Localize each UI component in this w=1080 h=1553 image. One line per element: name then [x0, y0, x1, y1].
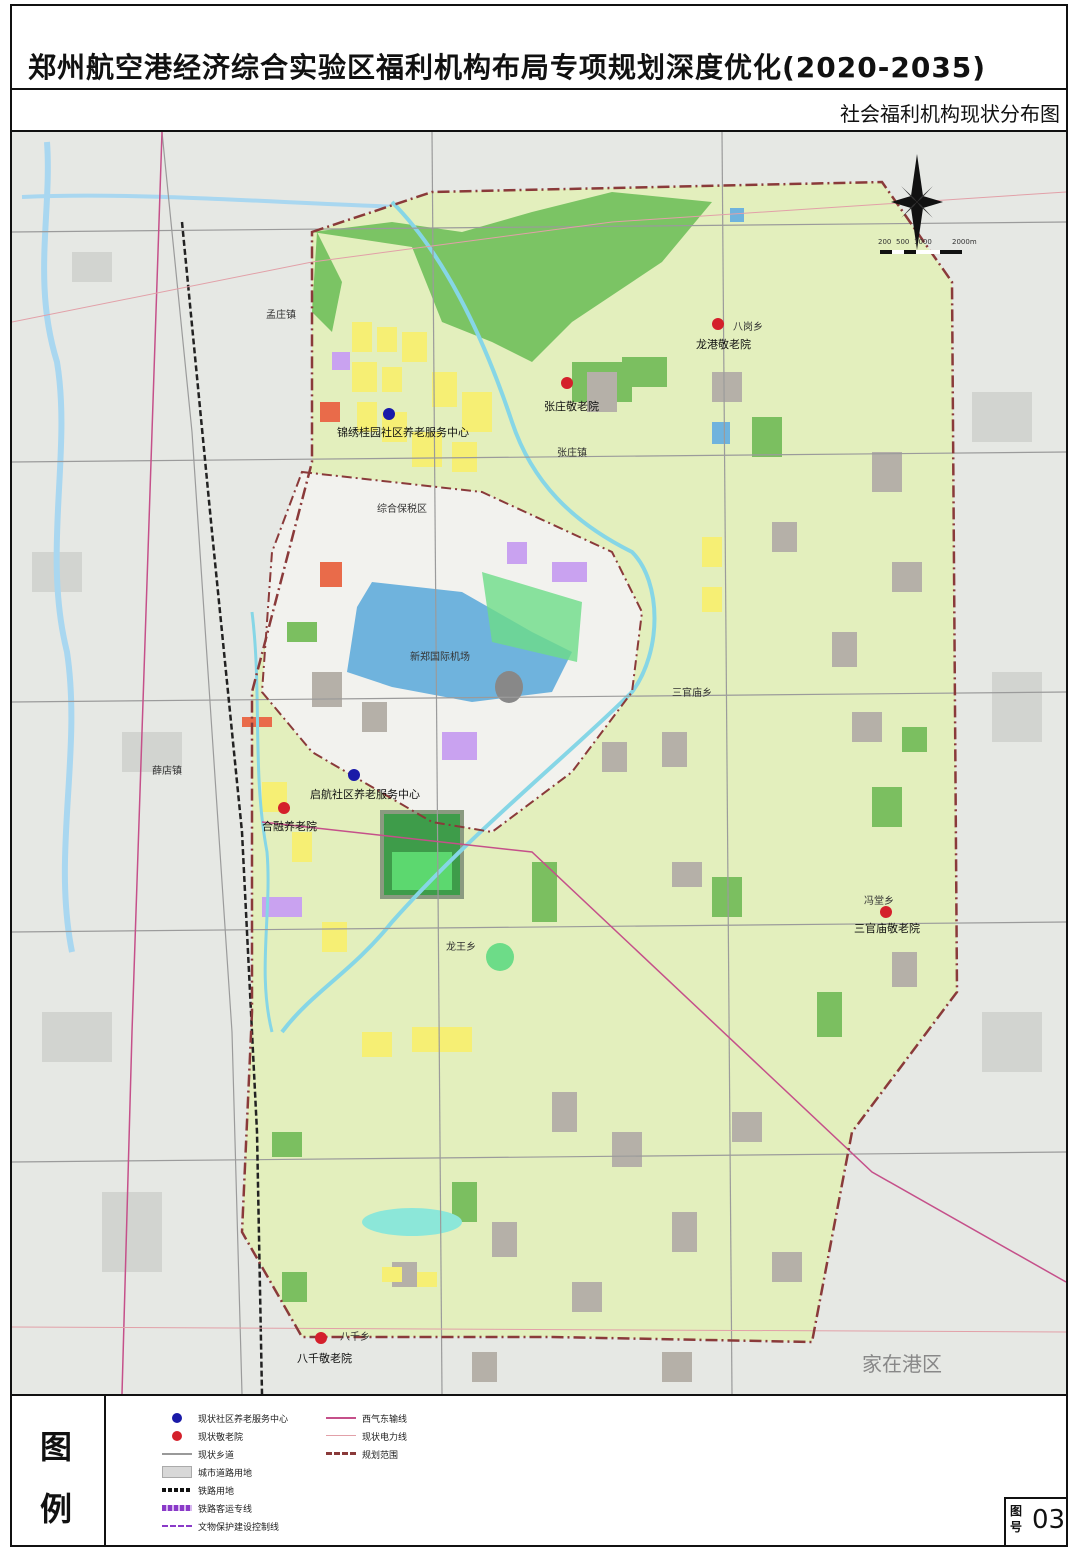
- legend-item: 铁路客运专线: [162, 1500, 252, 1516]
- legend-label: 城市道路用地: [198, 1468, 253, 1479]
- facility-label: 张庄敬老院: [544, 400, 599, 413]
- legend-title-char: 图: [40, 1428, 73, 1466]
- legend-label: 铁路客运专线: [198, 1504, 253, 1515]
- nursing-home-marker[interactable]: [712, 318, 724, 330]
- red-dot-icon: [162, 1430, 192, 1442]
- nursing-home-marker[interactable]: [278, 802, 290, 814]
- community-center-marker[interactable]: [348, 769, 360, 781]
- figure-number-label: 图号: [1010, 1504, 1023, 1534]
- watermark: 家在港区: [862, 1352, 942, 1376]
- legend-label: 现状敬老院: [198, 1432, 244, 1443]
- legend: 图 例 现状社区养老服务中心 现状敬老院 现状乡道 城市道路用地 铁路用地 铁路…: [12, 1394, 1066, 1545]
- airport-dome: [495, 671, 523, 703]
- scale-label-2000m: 2000m: [952, 238, 977, 246]
- pink-line-icon: [326, 1430, 356, 1442]
- scale-label-500: 500: [896, 238, 910, 246]
- scale-label-1000: 1000: [914, 238, 932, 246]
- legend-label: 铁路用地: [198, 1486, 235, 1497]
- blue-dot-icon: [162, 1412, 192, 1424]
- legend-title: 图 例: [12, 1396, 106, 1545]
- grey-fill-icon: [162, 1466, 192, 1478]
- place-label: 新郑国际机场: [410, 652, 470, 663]
- place-label: 八岗乡: [733, 322, 763, 333]
- blue-parcel: [712, 422, 730, 444]
- place-label: 薛店镇: [152, 766, 182, 777]
- subtitle-row: 社会福利机构现状分布图: [10, 90, 1068, 132]
- rail-purple-icon: [162, 1502, 192, 1514]
- map-canvas[interactable]: 200 500 1000 2000m 孟庄镇 张庄镇 八岗乡 综合保税区 新郑国…: [12, 132, 1066, 1394]
- legend-label: 西气东输线: [362, 1414, 408, 1425]
- community-center-marker[interactable]: [383, 408, 395, 420]
- legend-item: 西气东输线: [326, 1410, 407, 1426]
- place-label: 综合保税区: [377, 504, 427, 515]
- legend-item: 城市道路用地: [162, 1464, 252, 1480]
- place-label: 三官庙乡: [672, 688, 712, 699]
- purple-dash-icon: [162, 1520, 192, 1532]
- facility-label: 合融养老院: [262, 820, 317, 833]
- legend-label: 规划范围: [362, 1450, 399, 1461]
- facility-label: 三官庙敬老院: [854, 922, 920, 935]
- legend-label: 现状乡道: [198, 1450, 235, 1461]
- figure-number-box: 图号 03: [1004, 1497, 1066, 1545]
- magenta-line-icon: [326, 1412, 356, 1424]
- legend-item: 规划范围: [326, 1446, 398, 1462]
- legend-item: 现状敬老院: [162, 1428, 243, 1444]
- title-bar: 郑州航空港经济综合实验区福利机构布局专项规划深度优化(2020-2035): [10, 4, 1068, 90]
- legend-item: 现状乡道: [162, 1446, 234, 1462]
- place-label: 龙王乡: [446, 942, 476, 953]
- place-label: 张庄镇: [557, 448, 587, 459]
- grey-line-icon: [162, 1448, 192, 1460]
- map-subtitle: 社会福利机构现状分布图: [840, 102, 1060, 126]
- legend-item: 文物保护建设控制线: [162, 1518, 279, 1534]
- legend-label: 现状电力线: [362, 1432, 408, 1443]
- facility-label: 八千敬老院: [297, 1352, 352, 1365]
- facility-label: 启航社区养老服务中心: [310, 788, 420, 801]
- main-title: 郑州航空港经济综合实验区福利机构布局专项规划深度优化(2020-2035): [28, 51, 987, 84]
- legend-label: 文物保护建设控制线: [198, 1522, 280, 1533]
- nursing-home-marker[interactable]: [880, 906, 892, 918]
- blue-parcel-2: [730, 208, 744, 222]
- facility-label: 锦绣桂园社区养老服务中心: [337, 426, 469, 439]
- legend-title-char: 例: [40, 1490, 73, 1528]
- scale-label-200: 200: [878, 238, 892, 246]
- facility-label: 龙港敬老院: [696, 338, 751, 351]
- place-label: 孟庄镇: [266, 310, 296, 321]
- nursing-home-marker[interactable]: [315, 1332, 327, 1344]
- legend-item: 铁路用地: [162, 1482, 234, 1498]
- south-park: [362, 1208, 462, 1236]
- boundary-icon: [326, 1448, 356, 1460]
- legend-item: 现状电力线: [326, 1428, 407, 1444]
- legend-label: 现状社区养老服务中心: [198, 1414, 289, 1425]
- scale-bar: [880, 250, 962, 254]
- nursing-home-marker[interactable]: [561, 377, 573, 389]
- legend-item: 现状社区养老服务中心: [162, 1410, 288, 1426]
- figure-number: 03: [1032, 1505, 1066, 1535]
- place-label: 八千乡: [340, 1332, 370, 1343]
- rail-icon: [162, 1484, 192, 1496]
- small-park: [486, 943, 514, 971]
- place-label: 冯堂乡: [864, 896, 894, 907]
